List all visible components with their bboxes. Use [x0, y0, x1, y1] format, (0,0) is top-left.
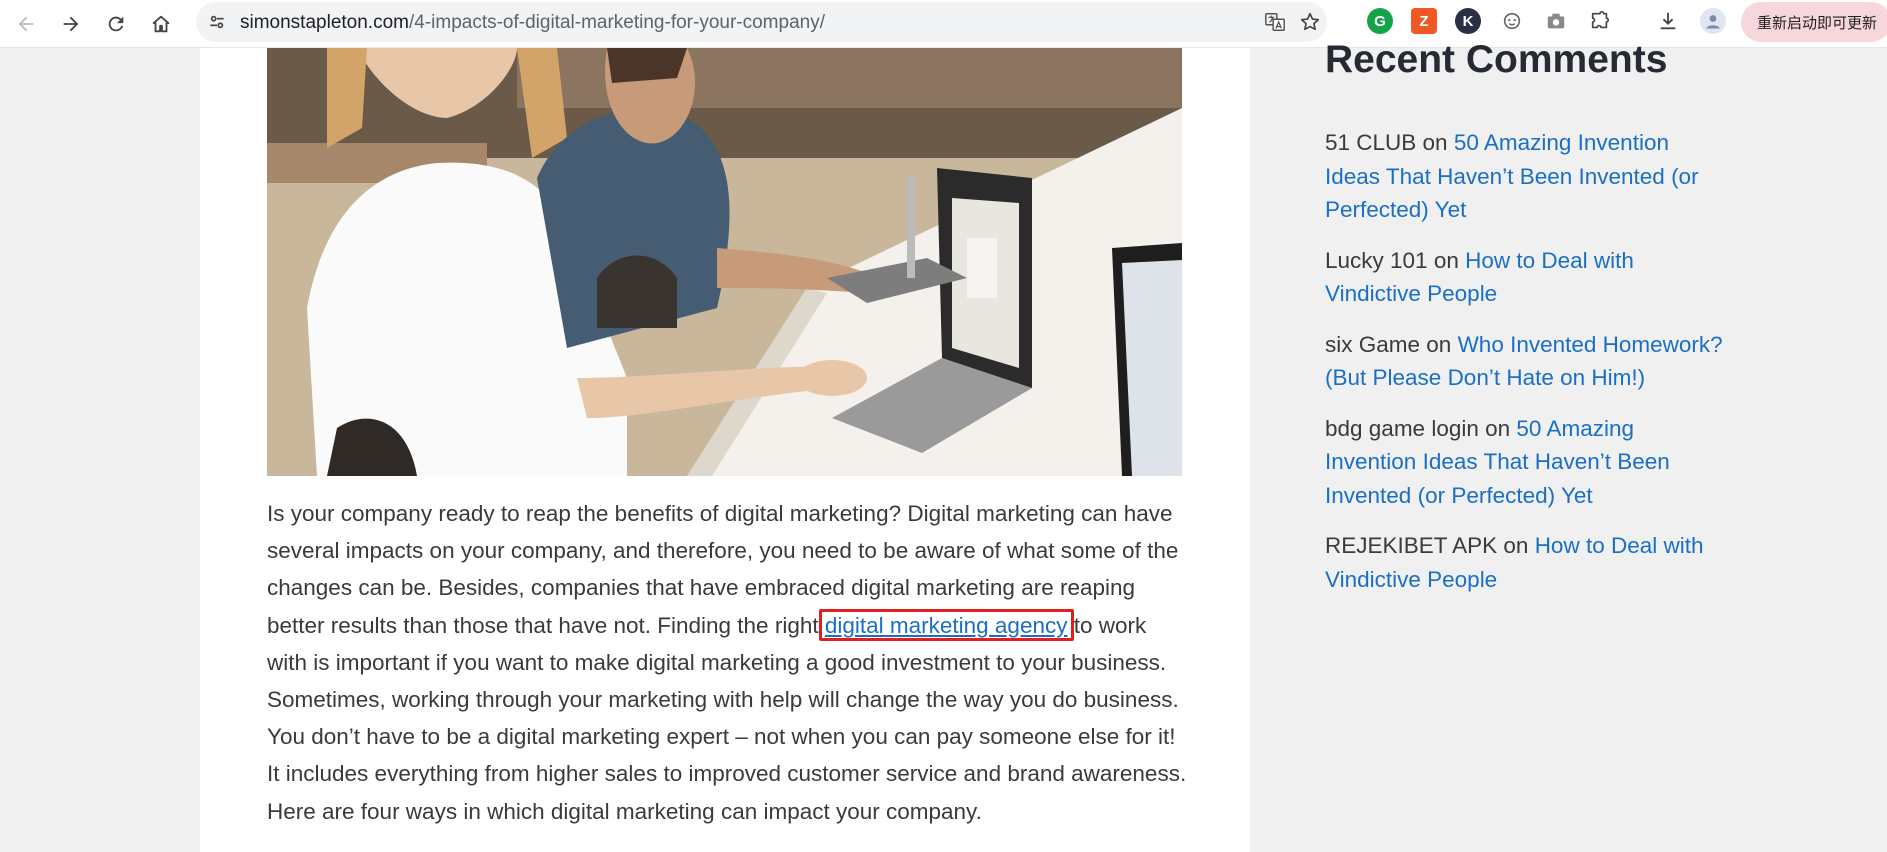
comment-author: Lucky 101 — [1325, 247, 1428, 273]
comment-on-word: on — [1427, 247, 1466, 273]
article-paragraph: Is your company ready to reap the benefi… — [267, 495, 1192, 830]
comment-on-word: on — [1416, 130, 1454, 155]
comment-author: REJEKIBET APK — [1325, 533, 1498, 558]
url-path: /4-impacts-of-digital-marketing-for-your… — [408, 12, 825, 33]
comment-item: six Game on Who Invented Homework? (But … — [1325, 328, 1725, 395]
face-extension-icon[interactable] — [1499, 8, 1525, 34]
back-button[interactable] — [8, 6, 44, 42]
site-info-button[interactable] — [202, 7, 232, 37]
comment-author: six Game — [1325, 331, 1421, 357]
article-text-after: to work with is important if you want to… — [267, 612, 1187, 824]
digital-marketing-agency-link[interactable]: digital marketing agency — [818, 608, 1075, 641]
comment-author: 51 CLUB — [1325, 130, 1417, 155]
restart-to-update-button[interactable]: 重新启动即可更新 — [1741, 2, 1887, 42]
recent-comments-list: 51 CLUB on 50 Amazing Invention Ideas Th… — [1325, 126, 1725, 613]
reload-icon — [108, 16, 124, 32]
translate-icon[interactable] — [1261, 8, 1289, 36]
comment-on-word: on — [1478, 415, 1517, 441]
link-text: digital marketing agency — [824, 612, 1068, 638]
downloads-icon[interactable] — [1655, 8, 1681, 34]
comment-on-word: on — [1497, 533, 1535, 558]
forward-button[interactable] — [53, 6, 89, 42]
url-domain: simonstapleton.com — [240, 12, 409, 33]
grammarly-extension-icon[interactable]: G — [1367, 8, 1393, 34]
home-icon — [152, 15, 170, 33]
comment-on-word: on — [1420, 331, 1458, 357]
camera-extension-icon[interactable] — [1543, 8, 1569, 34]
tune-icon — [210, 15, 224, 29]
address-bar[interactable]: simonstapleton.com/4-impacts-of-digital-… — [196, 2, 1327, 42]
back-arrow-icon — [18, 16, 34, 32]
extensions-puzzle-icon[interactable] — [1587, 8, 1613, 34]
home-button[interactable] — [143, 6, 179, 42]
comment-item: 51 CLUB on 50 Amazing Invention Ideas Th… — [1325, 126, 1725, 227]
reload-button[interactable] — [98, 6, 134, 42]
comment-item: REJEKIBET APK on How to Deal with Vindic… — [1325, 529, 1725, 596]
bookmark-star-icon[interactable] — [1296, 8, 1324, 36]
people-working-on-laptops-image — [267, 48, 1182, 476]
comment-author: bdg game login — [1325, 415, 1479, 441]
recent-comments-heading: Recent Comments — [1325, 38, 1668, 81]
zotero-extension-icon[interactable]: Z — [1411, 8, 1437, 34]
comment-item: Lucky 101 on How to Deal with Vindictive… — [1325, 244, 1725, 311]
article-hero-image — [267, 48, 1182, 476]
k-extension-icon[interactable]: K — [1455, 8, 1481, 34]
comment-item: bdg game login on 50 Amazing Invention I… — [1325, 412, 1725, 513]
forward-arrow-icon — [63, 16, 79, 32]
url-text[interactable]: simonstapleton.com/4-impacts-of-digital-… — [240, 12, 825, 34]
profile-avatar-icon[interactable] — [1700, 8, 1726, 34]
